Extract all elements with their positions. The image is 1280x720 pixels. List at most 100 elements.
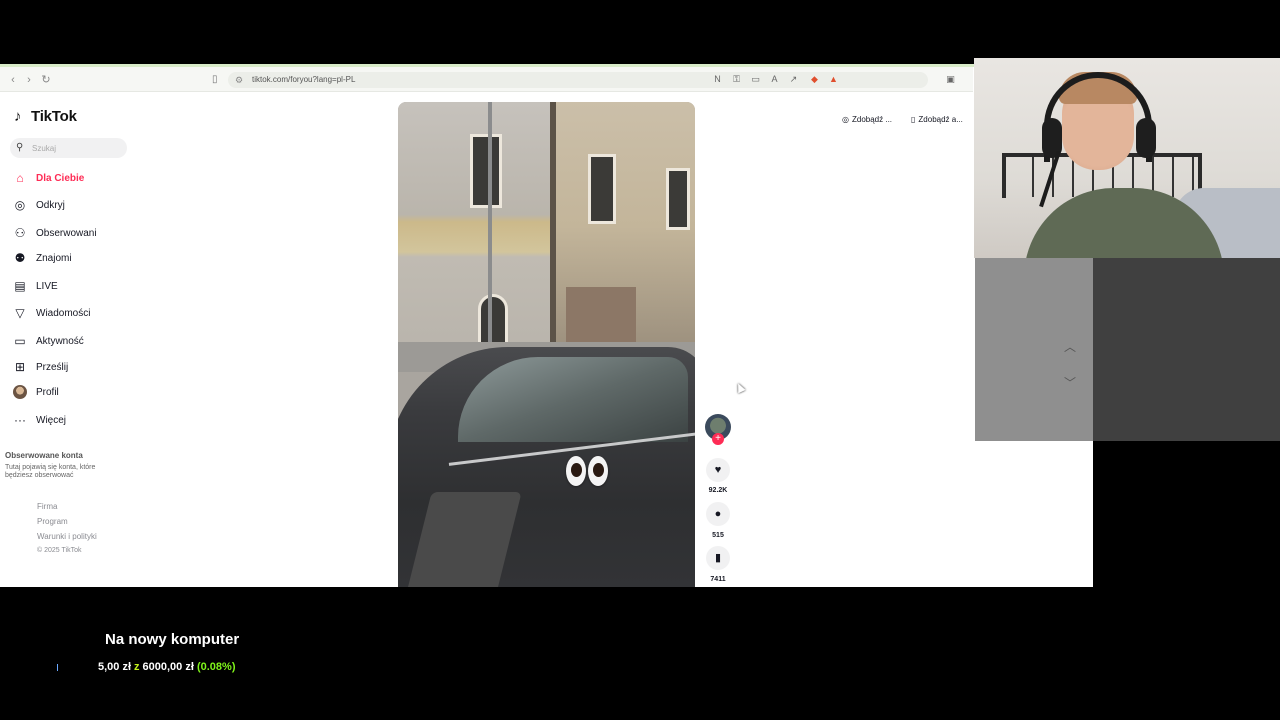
video-scene-window [666,168,690,230]
next-video-button[interactable]: ﹀ [1060,373,1080,393]
home-icon: ⌂ [16,171,24,185]
address-bar: ‹ › ↻ ▯ ⚙ tiktok.com/foryou?lang=pl-PL N… [0,67,973,92]
chevron-up-icon: ︿ [1063,340,1076,354]
tiktok-logo[interactable]: ♪ TikTok [14,108,77,125]
previous-video-button[interactable]: ︿ [1060,337,1080,357]
mouse-cursor [734,381,746,394]
donation-goal-progress: 5,00 zł z 6000,00 zł (0.08%) [98,661,236,673]
video-player[interactable] [398,102,695,587]
save-button[interactable]: ▮ [706,546,730,570]
url-field[interactable]: ⚙ tiktok.com/foryou?lang=pl-PL [228,72,928,88]
eye-icon [588,456,608,486]
get-app-link[interactable]: ▯ Zdobądź a... [911,115,963,124]
url-text: tiktok.com/foryou?lang=pl-PL [252,75,356,84]
site-settings-icon[interactable]: ⚙ [235,74,243,86]
sidebar-item-profile[interactable]: Profil [13,382,59,402]
bookmark-icon[interactable]: ▯ [212,74,218,86]
following-accounts-desc: Tutaj pojawią się konta, które będziesz … [5,464,96,479]
sidebar-item-label: Wiadomości [36,307,91,319]
sidebar-item-explore[interactable]: ◎ Odkryj [13,195,65,215]
get-coins-label: Zdobądź ... [851,115,893,124]
sidebar-toggle-icon[interactable]: ▣ [944,73,957,86]
coin-icon: ◎ [842,115,849,124]
sidebar-item-label: Obserwowani [36,227,97,239]
more-icon: ··· [14,413,26,427]
logo-text: TikTok [31,108,77,125]
like-count: 92.2K [708,487,728,494]
upload-icon: ⊞ [14,360,26,374]
footer-link-company[interactable]: Firma [37,502,57,511]
key-icon[interactable]: ⚿ [730,73,743,86]
donation-separator: z [134,661,140,673]
save-count: 7411 [710,576,726,583]
copyright: © 2025 TikTok [37,547,82,554]
footer-link-program[interactable]: Program [37,517,68,526]
eye-icon [566,456,586,486]
stream-scene: ‹ › ↻ ▯ ⚙ tiktok.com/foryou?lang=pl-PL N… [0,0,1280,720]
cast-icon[interactable]: ▭ [749,73,762,86]
live-tv-icon: ▤ [14,279,26,293]
donation-current: 5,00 zł [98,661,132,673]
video-scene-pipe [550,102,556,352]
video-scene-car-window [458,357,688,442]
back-icon[interactable]: ‹ [7,74,19,86]
sidebar-item-label: Aktywność [36,335,84,347]
search-input[interactable] [32,141,122,155]
sidebar-item-live[interactable]: ▤ LIVE [13,276,57,296]
eyes-emoji-sticker [566,456,608,486]
video-scene-pole [488,102,492,362]
donation-progress-bar [57,664,58,671]
sidebar-item-more[interactable]: ··· Więcej [13,410,66,430]
search-box[interactable]: ⚲ [10,138,127,158]
translate-icon[interactable]: A [768,73,781,86]
donation-percent: (0.08%) [196,661,236,673]
sidebar-item-activity[interactable]: ▭ Aktywność [13,331,84,351]
rewards-icon[interactable]: ▲ [827,73,840,86]
forward-icon[interactable]: › [23,74,35,86]
extension-icon[interactable]: N [711,73,724,86]
footer-link-terms[interactable]: Warunki i polityki [37,532,97,541]
follow-button[interactable]: + [712,433,724,445]
sidebar-item-label: Więcej [36,414,67,426]
following-accounts-title: Obserwowane konta [5,451,83,460]
sidebar-item-label: Prześlij [36,361,69,373]
get-coins-link[interactable]: ◎ Zdobądź ... [842,115,892,124]
sidebar-item-label: Profil [36,386,59,398]
headset-earcup [1136,118,1156,158]
video-scene-window [470,134,502,208]
avatar [13,385,27,399]
shield-icon[interactable]: ◆ [808,73,821,86]
get-app-label: Zdobądź a... [918,115,963,124]
friends-icon: ⚉ [14,251,26,265]
bookmark-icon: ▮ [714,552,722,564]
reload-icon[interactable]: ↻ [40,74,52,86]
overlay-panel-dark [1093,258,1280,441]
chevron-down-icon: ﹀ [1063,376,1076,390]
heart-icon: ♥ [714,464,722,476]
activity-icon: ▭ [14,334,26,348]
like-button[interactable]: ♥ [706,458,730,482]
sidebar-item-label: Dla Ciebie [36,172,85,184]
sidebar-item-friends[interactable]: ⚉ Znajomi [13,248,72,268]
browser-window: ‹ › ↻ ▯ ⚙ tiktok.com/foryou?lang=pl-PL N… [0,64,1093,587]
donation-goal: 6000,00 zł [142,661,194,673]
tiktok-note-icon: ♪ [14,107,22,125]
sidebar-item-following[interactable]: ⚇ Obserwowani [13,223,97,243]
video-scene-window [588,154,616,224]
share-icon[interactable]: ↗ [787,73,800,86]
sidebar-item-upload[interactable]: ⊞ Prześlij [13,357,68,377]
sidebar-item-label: Odkryj [36,199,65,211]
comment-icon: ● [714,508,722,520]
phone-icon: ▯ [911,115,916,124]
sidebar-item-for-you[interactable]: ⌂ Dla Ciebie [13,168,84,188]
sidebar-item-messages[interactable]: ▽ Wiadomości [13,303,90,323]
compass-icon: ◎ [14,198,26,212]
webcam-overlay [974,58,1280,258]
send-icon: ▽ [15,306,25,320]
sidebar-item-label: Znajomi [36,252,72,264]
comment-button[interactable]: ● [706,502,730,526]
comment-count: 515 [712,532,724,539]
user-follow-icon: ⚇ [14,226,26,240]
search-icon: ⚲ [16,142,24,153]
donation-goal-title: Na nowy komputer [105,631,240,648]
